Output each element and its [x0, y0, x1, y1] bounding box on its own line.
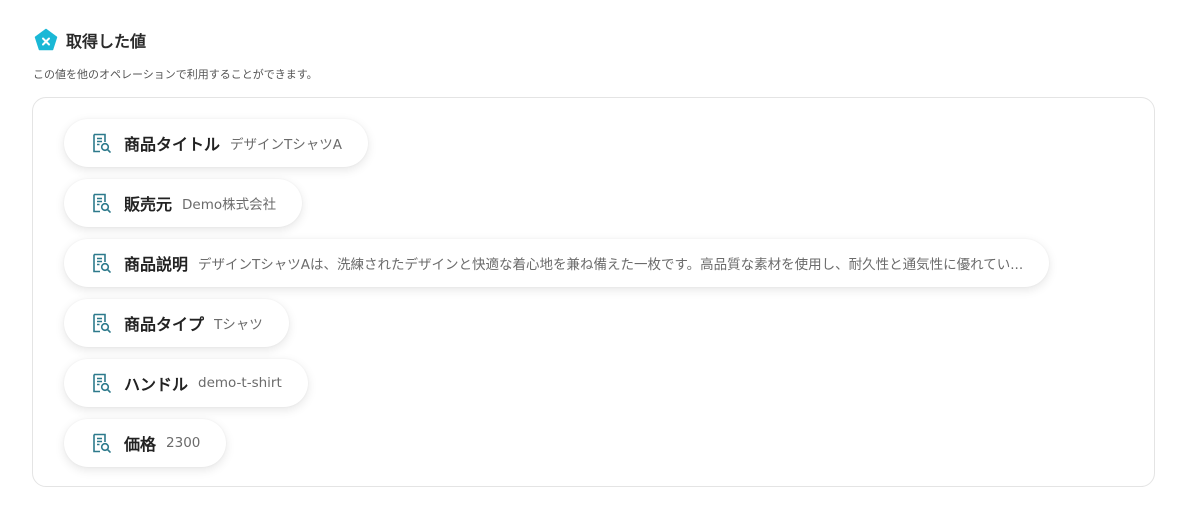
- section-title: 取得した値: [66, 32, 147, 51]
- document-search-icon: [93, 433, 111, 453]
- values-panel: 商品タイトル デザインTシャツA 販売元 Demo株式会社 商品説明 デザインT…: [32, 97, 1155, 487]
- section-header: 取得した値: [34, 27, 146, 53]
- field-label: 商品説明: [124, 255, 189, 274]
- value-chip-seller[interactable]: 販売元 Demo株式会社: [64, 179, 303, 227]
- value-chip-description[interactable]: 商品説明 デザインTシャツAは、洗練されたデザインと快適な着心地を兼ね備えた一枚…: [64, 239, 1050, 287]
- document-search-icon: [93, 133, 111, 153]
- field-value: デザインTシャツAは、洗練されたデザインと快適な着心地を兼ね備えた一枚です。高品…: [198, 257, 1024, 273]
- yoom-pentagon-icon: [34, 28, 58, 51]
- document-search-icon: [93, 193, 111, 213]
- field-label: 価格: [124, 435, 157, 454]
- field-label: 商品タイトル: [124, 135, 221, 154]
- field-label: ハンドル: [124, 375, 189, 394]
- field-value: 2300: [166, 435, 201, 451]
- field-value: デザインTシャツA: [230, 137, 342, 153]
- field-value: Demo株式会社: [182, 197, 277, 213]
- document-search-icon: [93, 253, 111, 273]
- value-chip-price[interactable]: 価格 2300: [64, 419, 227, 467]
- section-description: この値を他のオペレーションで利用することができます。: [33, 68, 318, 81]
- value-chip-product-type[interactable]: 商品タイプ Tシャツ: [64, 299, 289, 347]
- document-search-icon: [93, 373, 111, 393]
- field-value: demo-t-shirt: [198, 375, 282, 391]
- value-chip-handle[interactable]: ハンドル demo-t-shirt: [64, 359, 308, 407]
- field-label: 販売元: [124, 195, 173, 214]
- field-value: Tシャツ: [214, 317, 263, 333]
- document-search-icon: [93, 313, 111, 333]
- value-chip-product-title[interactable]: 商品タイトル デザインTシャツA: [64, 119, 368, 167]
- field-label: 商品タイプ: [124, 315, 205, 334]
